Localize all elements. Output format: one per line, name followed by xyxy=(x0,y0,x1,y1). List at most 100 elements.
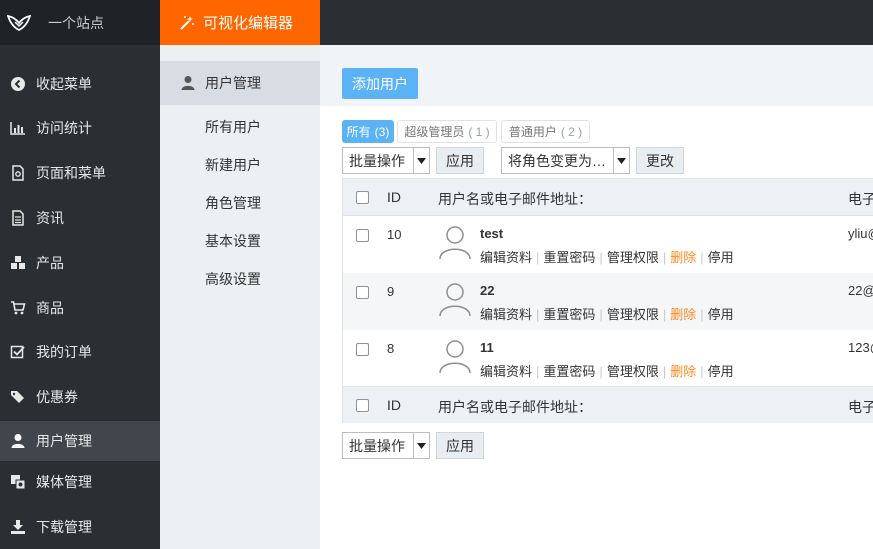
user-icon xyxy=(181,76,195,90)
delete-link[interactable]: 删除 xyxy=(670,364,696,379)
subnav-item-roles[interactable]: 角色管理 xyxy=(205,193,261,213)
filter-super-admin[interactable]: 超级管理员( 1 ) xyxy=(397,120,497,143)
user-icon xyxy=(9,432,27,450)
select-all-checkbox[interactable] xyxy=(356,191,369,204)
row-checkbox[interactable] xyxy=(356,343,369,356)
download-icon xyxy=(9,518,27,536)
magic-wand-icon xyxy=(180,15,194,30)
subnav-item-all-users[interactable]: 所有用户 xyxy=(205,117,261,137)
role-change-value: 将角色变更为… xyxy=(508,152,606,169)
filter-all[interactable]: 所有 (3) xyxy=(342,120,394,143)
row-checkbox[interactable] xyxy=(356,229,369,242)
delete-link[interactable]: 删除 xyxy=(670,250,696,265)
filter-label: 所有 xyxy=(346,125,371,139)
sidebar-item-users[interactable]: 用户管理 xyxy=(0,421,160,461)
document-icon xyxy=(9,209,27,227)
cubes-icon xyxy=(9,254,27,272)
subnav-title: 用户管理 xyxy=(205,75,261,91)
disable-link[interactable]: 停用 xyxy=(708,364,734,379)
chevron-down-icon xyxy=(413,148,429,173)
row-actions: 编辑资料 | 重置密码 | 管理权限 | 删除 | 停用 xyxy=(480,247,734,266)
sidebar-item-label: 优惠券 xyxy=(36,389,78,405)
edit-profile-link[interactable]: 编辑资料 xyxy=(480,250,532,265)
edit-profile-link[interactable]: 编辑资料 xyxy=(480,307,532,322)
row-checkbox[interactable] xyxy=(356,286,369,299)
tags-icon xyxy=(9,388,27,406)
row-email: 22@ xyxy=(848,283,873,298)
separator: | xyxy=(599,250,603,265)
manage-permissions-link[interactable]: 管理权限 xyxy=(607,307,659,322)
apply-button[interactable]: 应用 xyxy=(436,147,484,174)
filter-label: 普通用户 xyxy=(508,125,557,139)
sidebar-item-stats[interactable]: 访问统计 xyxy=(0,108,160,148)
main-content: 添加用户 所有 (3) 超级管理员( 1 ) 普通用户( 2 ) 批量操作 应用 … xyxy=(320,45,873,549)
change-role-button[interactable]: 更改 xyxy=(636,147,684,174)
disable-link[interactable]: 停用 xyxy=(708,307,734,322)
edit-profile-link[interactable]: 编辑资料 xyxy=(480,364,532,379)
disable-link[interactable]: 停用 xyxy=(708,250,734,265)
bulk-action-select-bottom[interactable]: 批量操作 xyxy=(342,432,430,459)
sidebar-item-label: 收起菜单 xyxy=(36,76,92,92)
visual-editor-tab[interactable]: 可视化编辑器 xyxy=(160,0,320,45)
separator: | xyxy=(700,307,704,322)
reset-password-link[interactable]: 重置密码 xyxy=(543,364,595,379)
delete-link[interactable]: 删除 xyxy=(670,307,696,322)
table-row: 10 test 编辑资料|重置密码|管理权限|删除|停用 yliu@ xyxy=(343,216,873,273)
column-header-user[interactable]: 用户名或电子邮件地址： xyxy=(438,189,592,209)
sidebar-item-news[interactable]: 资讯 xyxy=(0,198,160,238)
separator: | xyxy=(599,307,603,322)
user-name-link[interactable]: 22 xyxy=(480,283,494,298)
separator: | xyxy=(536,307,540,322)
select-all-checkbox[interactable] xyxy=(356,399,369,412)
separator: | xyxy=(536,250,540,265)
site-logo-area[interactable]: 一个站点 xyxy=(0,0,160,45)
page-icon xyxy=(9,164,27,182)
separator: | xyxy=(662,307,667,322)
logo-icon xyxy=(7,14,31,31)
subnav-item-basic-settings[interactable]: 基本设置 xyxy=(205,231,261,251)
add-user-button[interactable]: 添加用户 xyxy=(342,68,418,99)
sidebar-item-coupons[interactable]: 优惠券 xyxy=(0,377,160,417)
column-header-user[interactable]: 用户名或电子邮件地址： xyxy=(438,397,592,417)
subnav-item-new-user[interactable]: 新建用户 xyxy=(205,155,261,175)
manage-permissions-link[interactable]: 管理权限 xyxy=(607,364,659,379)
top-bar: 一个站点 可视化编辑器 xyxy=(0,0,873,45)
table-row: 8 11 编辑资料|重置密码|管理权限|删除|停用 123@ xyxy=(343,330,873,387)
sub-sidebar: 用户管理 所有用户 新建用户 角色管理 基本设置 高级设置 xyxy=(160,45,320,549)
user-name-link[interactable]: 11 xyxy=(480,340,494,355)
bulk-action-value: 批量操作 xyxy=(349,152,405,169)
sidebar-item-goods[interactable]: 商品 xyxy=(0,288,160,328)
row-id: 10 xyxy=(387,227,402,242)
column-header-id[interactable]: ID xyxy=(387,189,401,205)
sidebar-item-pages[interactable]: 页面和菜单 xyxy=(0,153,160,193)
filter-normal-user[interactable]: 普通用户( 2 ) xyxy=(501,120,590,143)
reset-password-link[interactable]: 重置密码 xyxy=(543,307,595,322)
visual-editor-label: 可视化编辑器 xyxy=(203,15,294,32)
subnav-item-advanced-settings[interactable]: 高级设置 xyxy=(205,269,261,289)
sidebar-item-orders[interactable]: 我的订单 xyxy=(0,332,160,372)
user-name-link[interactable]: test xyxy=(480,226,503,241)
bulk-action-select[interactable]: 批量操作 xyxy=(342,147,430,174)
sidebar-item-collapse[interactable]: 收起菜单 xyxy=(0,64,160,104)
sidebar-item-label: 资讯 xyxy=(36,210,64,226)
column-header-email[interactable]: 电子 xyxy=(848,397,873,417)
sidebar-item-label: 商品 xyxy=(36,300,64,316)
chevron-down-icon xyxy=(413,433,429,458)
sidebar-item-label: 我的订单 xyxy=(36,344,92,360)
separator: | xyxy=(599,364,603,379)
row-actions: 编辑资料 | 重置密码 | 管理权限 | 删除 | 停用 xyxy=(480,304,734,323)
sidebar-item-label: 媒体管理 xyxy=(36,474,92,490)
column-header-email[interactable]: 电子 xyxy=(848,189,873,209)
column-header-id[interactable]: ID xyxy=(387,397,401,413)
role-change-select[interactable]: 将角色变更为… xyxy=(501,147,630,174)
reset-password-link[interactable]: 重置密码 xyxy=(543,250,595,265)
separator: | xyxy=(662,364,667,379)
sidebar-item-downloads[interactable]: 下载管理 xyxy=(0,507,160,547)
sidebar-item-media[interactable]: 媒体管理 xyxy=(0,462,160,502)
separator: | xyxy=(700,250,704,265)
avatar xyxy=(439,283,471,317)
manage-permissions-link[interactable]: 管理权限 xyxy=(607,250,659,265)
apply-button-bottom[interactable]: 应用 xyxy=(436,432,484,459)
sidebar-item-products[interactable]: 产品 xyxy=(0,243,160,283)
filter-count: ( 2 ) xyxy=(560,124,583,139)
